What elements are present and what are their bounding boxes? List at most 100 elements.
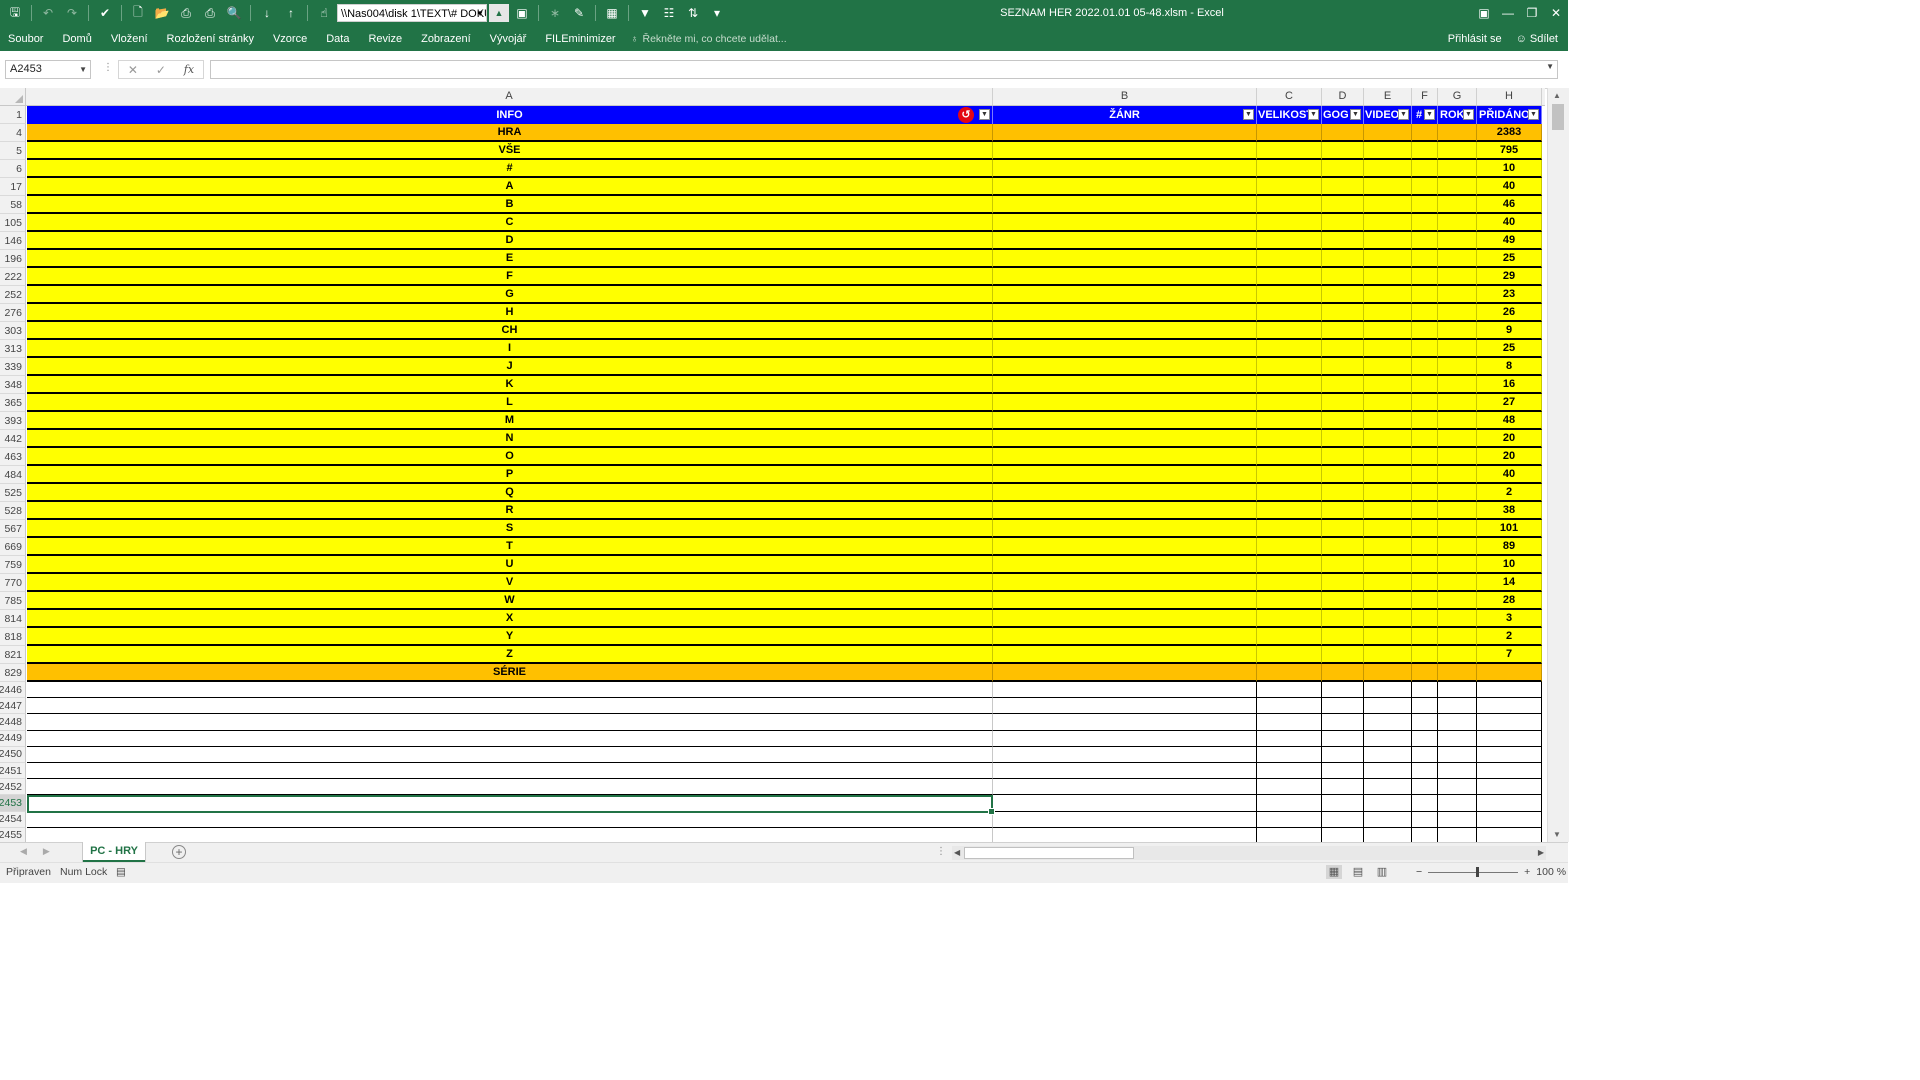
row-header[interactable]: 669 bbox=[0, 538, 26, 556]
table-cell[interactable] bbox=[993, 502, 1257, 520]
table-cell[interactable] bbox=[993, 124, 1257, 142]
table-cell[interactable] bbox=[1412, 827, 1438, 842]
row-header[interactable]: 303 bbox=[0, 322, 26, 340]
select-all-button[interactable] bbox=[0, 88, 26, 105]
tab-developer[interactable]: Vývojář bbox=[482, 33, 538, 45]
table-cell[interactable] bbox=[1364, 268, 1412, 286]
count-cell[interactable]: 10 bbox=[1477, 160, 1542, 178]
table-cell[interactable] bbox=[1412, 502, 1438, 520]
count-cell[interactable]: 10 bbox=[1477, 556, 1542, 574]
table-cell[interactable] bbox=[993, 730, 1257, 747]
column-header-a[interactable]: A bbox=[26, 88, 993, 105]
table-cell[interactable] bbox=[1364, 466, 1412, 484]
category-label-cell[interactable]: F bbox=[27, 268, 993, 286]
count-cell[interactable]: 14 bbox=[1477, 574, 1542, 592]
table-cell[interactable] bbox=[993, 250, 1257, 268]
table-cell[interactable] bbox=[1412, 746, 1438, 763]
table-cell[interactable] bbox=[993, 178, 1257, 196]
table-cell[interactable] bbox=[1477, 763, 1542, 780]
filter-dropdown-icon[interactable]: ▼ bbox=[1424, 109, 1435, 120]
chevron-down-icon[interactable]: ▼ bbox=[476, 5, 484, 21]
row-header[interactable]: 829 bbox=[0, 664, 26, 682]
table-cell[interactable] bbox=[1477, 730, 1542, 747]
table-cell[interactable] bbox=[1322, 682, 1364, 699]
column-header-b[interactable]: B bbox=[993, 88, 1257, 105]
category-label-cell[interactable]: Y bbox=[27, 628, 993, 646]
count-cell[interactable]: 8 bbox=[1477, 358, 1542, 376]
table-cell[interactable] bbox=[993, 340, 1257, 358]
table-cell[interactable] bbox=[1438, 610, 1477, 628]
table-cell[interactable] bbox=[993, 592, 1257, 610]
scroll-down-icon[interactable]: ▼ bbox=[1553, 830, 1561, 839]
table-cell[interactable] bbox=[1322, 779, 1364, 796]
table-cell[interactable] bbox=[993, 448, 1257, 466]
document-location-box[interactable]: \\Nas004\disk 1\TEXT\# DOKUM ▼ bbox=[337, 4, 487, 22]
row-header[interactable]: 2446 bbox=[0, 682, 26, 699]
category-label-cell[interactable]: VŠE bbox=[27, 142, 993, 160]
count-cell[interactable]: 29 bbox=[1477, 268, 1542, 286]
table-cell[interactable] bbox=[1364, 484, 1412, 502]
formula-input[interactable]: ▼ bbox=[210, 60, 1558, 79]
table-cell[interactable] bbox=[1364, 448, 1412, 466]
table-cell[interactable] bbox=[1322, 556, 1364, 574]
table-cell[interactable] bbox=[1412, 376, 1438, 394]
table-cell[interactable] bbox=[993, 538, 1257, 556]
row-header[interactable]: 442 bbox=[0, 430, 26, 448]
row-header[interactable]: 770 bbox=[0, 574, 26, 592]
table-cell[interactable] bbox=[1438, 376, 1477, 394]
table-cell[interactable] bbox=[1257, 664, 1322, 682]
table-cell[interactable] bbox=[1412, 160, 1438, 178]
table-cell[interactable] bbox=[1322, 610, 1364, 628]
horizontal-scroll-thumb[interactable] bbox=[964, 847, 1134, 859]
table-cell[interactable] bbox=[1438, 763, 1477, 780]
row-header[interactable]: 17 bbox=[0, 178, 26, 196]
row-header[interactable]: 4 bbox=[0, 124, 26, 142]
page-icon[interactable]: ▣ bbox=[511, 3, 533, 23]
table-cell[interactable] bbox=[1412, 574, 1438, 592]
table-cell[interactable] bbox=[1257, 502, 1322, 520]
table-cell[interactable] bbox=[1438, 484, 1477, 502]
table-cell[interactable] bbox=[1322, 628, 1364, 646]
sort-options-icon[interactable]: ⇅ bbox=[682, 3, 704, 23]
table-cell[interactable] bbox=[1364, 232, 1412, 250]
category-label-cell[interactable]: Q bbox=[27, 484, 993, 502]
table-cell[interactable] bbox=[1412, 124, 1438, 142]
table-cell[interactable] bbox=[27, 763, 993, 780]
row-header[interactable]: 1 bbox=[0, 106, 26, 124]
table-cell[interactable] bbox=[1438, 430, 1477, 448]
row-header[interactable]: 463 bbox=[0, 448, 26, 466]
table-cell[interactable] bbox=[1322, 250, 1364, 268]
table-cell[interactable] bbox=[993, 196, 1257, 214]
previous-sheet-icon[interactable]: ◀ bbox=[20, 846, 27, 857]
count-cell[interactable]: 101 bbox=[1477, 520, 1542, 538]
table-cell[interactable] bbox=[1364, 682, 1412, 699]
table-cell[interactable] bbox=[1477, 795, 1542, 812]
table-cell[interactable] bbox=[27, 698, 993, 715]
table-cell[interactable] bbox=[1322, 763, 1364, 780]
table-cell[interactable] bbox=[993, 746, 1257, 763]
table-cell[interactable] bbox=[1322, 538, 1364, 556]
table-cell[interactable] bbox=[1412, 340, 1438, 358]
table-cell[interactable] bbox=[27, 811, 993, 828]
table-cell[interactable] bbox=[1322, 714, 1364, 731]
table-cell[interactable] bbox=[27, 682, 993, 699]
table-cell[interactable] bbox=[1257, 394, 1322, 412]
table-cell[interactable] bbox=[1412, 448, 1438, 466]
table-cell[interactable] bbox=[1477, 779, 1542, 796]
table-cell[interactable] bbox=[1364, 610, 1412, 628]
category-label-cell[interactable]: G bbox=[27, 286, 993, 304]
filter-dropdown-icon[interactable]: ▼ bbox=[1243, 109, 1254, 120]
row-header[interactable]: 146 bbox=[0, 232, 26, 250]
table-cell[interactable] bbox=[1477, 746, 1542, 763]
table-cell[interactable] bbox=[1364, 827, 1412, 842]
table-cell[interactable] bbox=[1438, 214, 1477, 232]
table-cell[interactable] bbox=[1477, 811, 1542, 828]
row-header[interactable]: 814 bbox=[0, 610, 26, 628]
header-cell-size[interactable]: VELIKOST ▼ bbox=[1257, 106, 1322, 124]
tab-data[interactable]: Data bbox=[318, 33, 360, 45]
table-cell[interactable] bbox=[1322, 466, 1364, 484]
table-cell[interactable] bbox=[1412, 714, 1438, 731]
tab-page-layout[interactable]: Rozložení stránky bbox=[159, 33, 265, 45]
share-button[interactable]: ☺ Sdílet bbox=[1516, 33, 1558, 45]
calculator-icon[interactable]: ▦ bbox=[601, 3, 623, 23]
